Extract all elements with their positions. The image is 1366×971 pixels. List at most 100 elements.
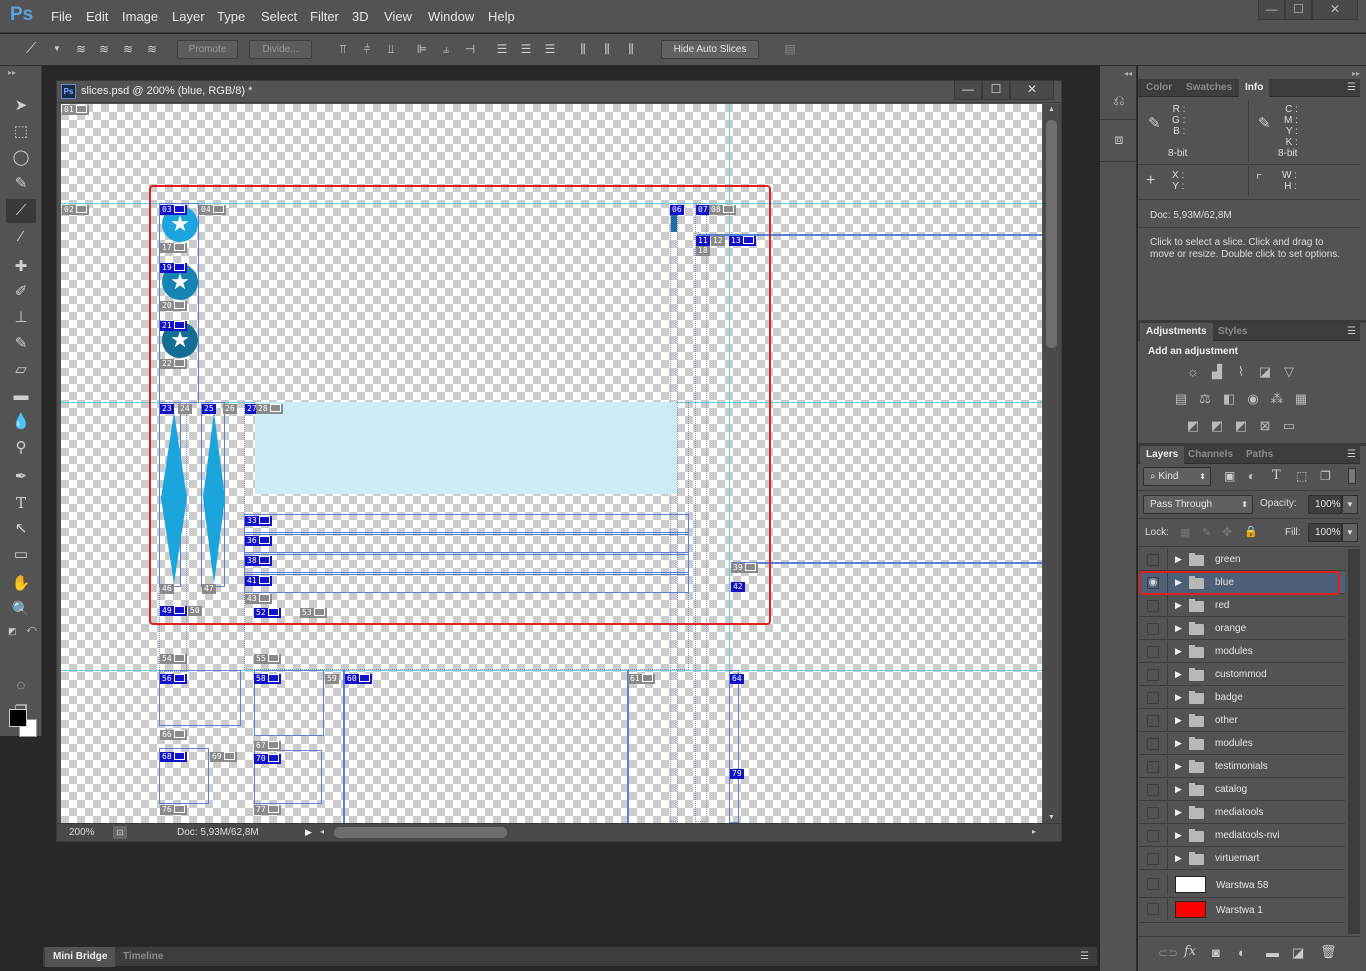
history-panel-icon[interactable]: ⎌ xyxy=(1108,92,1130,112)
layer-row[interactable]: ▶ green xyxy=(1139,549,1345,571)
filter-shape-icon[interactable]: ⬚ xyxy=(1296,469,1307,483)
link-layers-icon[interactable]: ⊂⊃ xyxy=(1158,946,1178,960)
align-right-icon[interactable]: ⊣ xyxy=(463,42,477,56)
visibility-toggle[interactable] xyxy=(1147,554,1159,566)
slice-tag[interactable]: 54 xyxy=(160,654,187,664)
threshold-icon[interactable]: ◩ xyxy=(1232,418,1250,434)
quick-mask-icon[interactable]: ◌ xyxy=(6,674,36,698)
layers-scrollbar[interactable] xyxy=(1348,549,1360,934)
photo-filter-icon[interactable]: ◉ xyxy=(1244,391,1262,407)
gradient-map-icon[interactable]: ▭ xyxy=(1280,418,1298,434)
scroll-up-arrow-icon[interactable]: ▲ xyxy=(1048,106,1055,113)
expand-group-icon[interactable]: ▶ xyxy=(1175,669,1182,680)
layer-row[interactable]: ▶ orange xyxy=(1139,618,1345,640)
document-tab[interactable]: Ps slices.psd @ 200% (blue, RGB/8) * — ☐… xyxy=(57,81,1061,103)
distribute-left-icon[interactable]: ⫼ xyxy=(576,42,590,56)
layer-filter-kind[interactable]: ⌕ Kind ⬍ xyxy=(1143,467,1211,486)
slice-tag[interactable]: 61 xyxy=(628,674,655,684)
layer-row[interactable]: ▶ modules xyxy=(1139,733,1345,755)
invert-icon[interactable]: ◩ xyxy=(1184,418,1202,434)
filter-smart-object-icon[interactable]: ❐ xyxy=(1320,469,1331,483)
layer-row[interactable]: ▶ catalog xyxy=(1139,779,1345,801)
default-colors-icon[interactable]: ◩ xyxy=(8,626,17,637)
brush-tool-icon[interactable]: ✐ xyxy=(6,280,36,304)
slice-select-tool-preset-icon[interactable]: ⟋ xyxy=(24,41,38,56)
bring-to-front-icon[interactable]: ≋ xyxy=(74,42,88,56)
menu-edit[interactable]: Edit xyxy=(86,9,108,24)
menu-view[interactable]: View xyxy=(384,9,412,24)
slice-outline[interactable] xyxy=(731,562,1042,564)
send-backward-icon[interactable]: ≋ xyxy=(121,42,135,56)
expand-dock-icon[interactable]: ▸▸ xyxy=(1352,69,1360,78)
lock-image-icon[interactable]: ✎ xyxy=(1202,526,1211,539)
visibility-toggle[interactable] xyxy=(1147,903,1159,915)
layer-row[interactable]: ▶ modules xyxy=(1139,641,1345,663)
layer-row[interactable]: ▶ testimonials xyxy=(1139,756,1345,778)
panel-menu-icon[interactable]: ☰ xyxy=(1347,449,1356,460)
menu-window[interactable]: Window xyxy=(428,9,474,24)
new-adjustment-layer-icon[interactable]: ◐ xyxy=(1238,945,1246,960)
tab-channels[interactable]: Channels xyxy=(1182,446,1239,464)
visibility-toggle[interactable] xyxy=(1147,830,1159,842)
delete-layer-icon[interactable]: 🗑 xyxy=(1320,944,1337,960)
slice-tag[interactable]: 70 xyxy=(254,754,281,764)
foreground-color-swatch[interactable] xyxy=(9,709,27,727)
clone-stamp-tool-icon[interactable]: ⊥ xyxy=(6,306,36,330)
slice-tag[interactable]: 55 xyxy=(254,654,281,664)
slice-tag[interactable]: 33 xyxy=(245,516,272,526)
path-selection-tool-icon[interactable]: ↖ xyxy=(6,517,36,541)
menu-type[interactable]: Type xyxy=(217,9,245,24)
zoom-tool-icon[interactable]: 🔍 xyxy=(6,598,36,622)
new-layer-icon[interactable]: ◪ xyxy=(1292,945,1304,961)
slice-tag[interactable]: 18 xyxy=(696,246,710,256)
layer-row[interactable]: ▶ virtuemart xyxy=(1139,848,1345,870)
scroll-right-arrow-icon[interactable]: ▸ xyxy=(1032,827,1036,836)
align-bottom-icon[interactable]: ⫫ xyxy=(384,42,398,56)
slice-tag[interactable]: 76 xyxy=(160,805,187,815)
slice-tag[interactable]: 19 xyxy=(160,263,187,273)
app-close-button[interactable]: ✕ xyxy=(1312,0,1358,20)
slice-tag[interactable]: 21 xyxy=(160,321,187,331)
curves-icon[interactable]: ⌇ xyxy=(1232,364,1250,380)
slice-tag[interactable]: 52 xyxy=(254,608,281,618)
visibility-toggle[interactable] xyxy=(1147,692,1159,704)
visibility-toggle[interactable] xyxy=(1147,853,1159,865)
slice-tag[interactable]: 66 xyxy=(160,730,187,740)
panel-menu-icon[interactable]: ☰ xyxy=(1080,951,1089,962)
tool-preset-dropdown-icon[interactable]: ▼ xyxy=(50,42,64,56)
hand-tool-icon[interactable]: ✋ xyxy=(6,572,36,596)
expand-group-icon[interactable]: ▶ xyxy=(1175,646,1182,657)
slice-tag[interactable]: 06 xyxy=(670,205,684,215)
slice-tag[interactable]: 56 xyxy=(160,674,187,684)
slice-tag[interactable]: 41 xyxy=(245,576,272,586)
slice-tag[interactable]: 07 xyxy=(696,205,710,215)
expand-group-icon[interactable]: ▶ xyxy=(1175,738,1182,749)
opacity-dropdown-icon[interactable]: ▼ xyxy=(1342,495,1358,514)
canvas[interactable]: ★ ★ ★ 01 02 03 04 17 19 20 21 22 06 07 0… xyxy=(61,104,1042,823)
align-top-icon[interactable]: ⫪ xyxy=(336,42,350,56)
slice-tag[interactable]: 03 xyxy=(160,205,187,215)
color-balance-icon[interactable]: ⚖ xyxy=(1196,391,1214,407)
slice-tag[interactable]: 24 xyxy=(178,404,192,414)
rectangle-tool-icon[interactable]: ▭ xyxy=(6,543,36,567)
slice-tag[interactable]: 79 xyxy=(730,769,744,779)
posterize-icon[interactable]: ◩ xyxy=(1208,418,1226,434)
lock-position-icon[interactable]: ✥ xyxy=(1222,525,1232,539)
exposure-icon[interactable]: ◪ xyxy=(1256,364,1274,380)
status-menu-arrow-icon[interactable]: ▶ xyxy=(305,827,312,838)
filter-type-icon[interactable]: T xyxy=(1272,468,1281,483)
pen-tool-icon[interactable]: ✒ xyxy=(6,465,36,489)
tab-info[interactable]: Info xyxy=(1239,79,1270,97)
slice-tag[interactable]: 17 xyxy=(160,243,187,253)
bring-forward-icon[interactable]: ≋ xyxy=(97,42,111,56)
slice-tag[interactable]: 68 xyxy=(160,752,187,762)
slice-tag[interactable]: 38 xyxy=(245,556,272,566)
menu-layer[interactable]: Layer xyxy=(172,9,205,24)
marquee-tool-icon[interactable]: ⬚ xyxy=(6,120,36,144)
layer-row[interactable]: ▶ badge xyxy=(1139,687,1345,709)
panel-menu-icon[interactable]: ☰ xyxy=(1347,82,1356,93)
slice-tag[interactable]: 49 xyxy=(160,606,187,616)
menu-image[interactable]: Image xyxy=(122,9,158,24)
fx-icon[interactable]: fx xyxy=(1184,944,1196,959)
menu-filter[interactable]: Filter xyxy=(310,9,339,24)
